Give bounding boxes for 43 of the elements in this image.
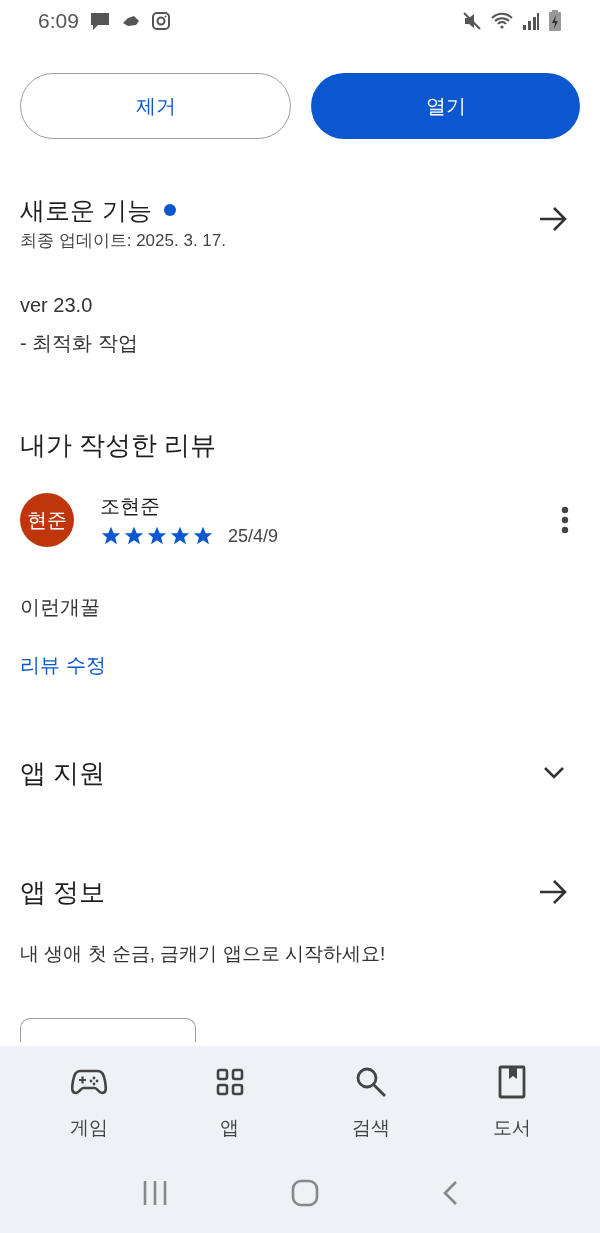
section-title: 앱 지원: [20, 756, 106, 790]
open-button[interactable]: 열기: [311, 73, 580, 139]
star-icon: [100, 525, 122, 547]
uninstall-button[interactable]: 제거: [20, 73, 291, 139]
more-icon[interactable]: [560, 506, 570, 534]
avatar: 현준: [20, 493, 74, 547]
section-title: 내가 작성한 리뷰: [19, 428, 218, 462]
section-title: 새로운 기능: [20, 195, 152, 226]
camera-icon: [150, 11, 171, 31]
review-text: 이런개꿀: [19, 594, 101, 620]
nav-tab[interactable]: 앱: [174, 1064, 285, 1143]
release-note: - 최적화 작업: [20, 330, 139, 356]
mute-icon: [462, 11, 482, 31]
edit-review-link[interactable]: 리뷰 수정: [20, 653, 106, 676]
nav-tab[interactable]: 게임: [33, 1064, 144, 1143]
clock: 6:09: [38, 8, 79, 35]
book-icon: [497, 1065, 526, 1099]
arrow-icon[interactable]: [538, 879, 568, 905]
star-icon: [192, 525, 214, 547]
star-icon: [169, 525, 191, 547]
star-icon: [123, 525, 145, 547]
battery-icon: [548, 10, 562, 32]
signal-icon: [522, 11, 540, 31]
star-icon: [146, 525, 168, 547]
reviewer-name: 조현준: [100, 493, 161, 519]
review-date: 25/4/9: [228, 524, 279, 548]
arrow-icon[interactable]: [538, 206, 568, 232]
back-icon[interactable]: [442, 1179, 459, 1206]
wifi-icon: [490, 11, 514, 31]
update-date: 최종 업데이트: 2025. 3. 17.: [20, 230, 226, 252]
nav-tab[interactable]: 도서: [456, 1064, 567, 1143]
search-icon: [354, 1066, 387, 1098]
section-title: 앱 정보: [20, 875, 106, 909]
release-note: ver 23.0: [20, 292, 94, 318]
message-icon: [88, 10, 111, 32]
category-chip[interactable]: [20, 1018, 196, 1042]
nav-tab[interactable]: 검색: [315, 1064, 426, 1143]
home-icon[interactable]: [291, 1178, 319, 1207]
grid-icon: [214, 1067, 245, 1097]
chevron-icon[interactable]: [542, 765, 566, 781]
app-description: 내 생애 첫 순금, 금캐기 앱으로 시작하세요!: [19, 941, 387, 966]
recent-apps-icon[interactable]: [141, 1179, 168, 1206]
gamepad-icon: [70, 1067, 107, 1097]
